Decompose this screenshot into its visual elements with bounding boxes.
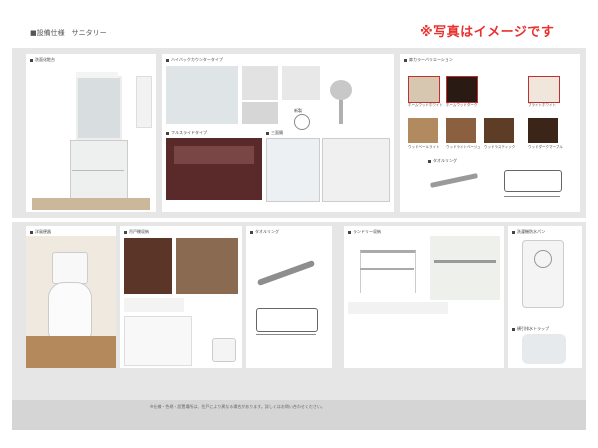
counter-detail-image: [282, 66, 320, 100]
lower-section: 洋風便器 吊戸棚収納 タオルリング ランドリー収納 洗濯機防水パン 横引排水トラ…: [12, 222, 586, 400]
vanity-panel: 洗面化粧台: [26, 54, 156, 212]
color-chip-home-dark: [446, 76, 478, 103]
toilet-storage-image: [124, 238, 172, 294]
laundry-note: [348, 302, 448, 314]
laundry-panel: ランドリー収納: [344, 226, 504, 368]
towel-ring-top-image: [430, 173, 478, 188]
towel-ring-lower-dim: [256, 334, 316, 335]
floor: [32, 198, 150, 210]
laundry-shelf-bar: [434, 260, 496, 263]
color-name-wood-rustic: ウッドラスティック: [484, 145, 516, 149]
faucet-note-label: 新製: [294, 108, 302, 113]
washer-pan-panel: 洗濯機防水パン 横引排水トラップ: [508, 226, 582, 368]
storage-label: フルスライドタイプ: [166, 130, 207, 136]
color-chip-home-white: [408, 76, 440, 103]
counter-panel: ハイバックカウンタータイプ 新製 フルスライドタイプ 三面鏡: [162, 54, 394, 212]
towel-ring-top-diagram: [504, 170, 562, 192]
toilet-control-image: [212, 338, 236, 362]
vanity-cabinet-image: [70, 140, 128, 202]
page-title: ■設備仕様 サニタリー: [30, 29, 107, 37]
laundry-label: ランドリー収納: [348, 229, 381, 235]
toilet-storage-open-image: [176, 238, 238, 294]
color-name-home-dark: ホームウッドダーク: [446, 103, 478, 107]
toilet-storage-spec-sheet: [124, 316, 192, 366]
color-chip-bright-white: [528, 76, 560, 103]
mirror-cabinet-label: 三面鏡: [266, 130, 283, 136]
toilet-panel: 洋風便器: [26, 226, 116, 368]
towel-ring-lower-panel: タオルリング: [246, 226, 332, 368]
vanity-label: 洗面化粧台: [30, 57, 55, 63]
upper-section: 洗面化粧台 ハイバックカウンタータイプ 新製 フルスライドタイプ 三面鏡 扉カラ…: [12, 48, 586, 218]
laundry-shelf-diagram: [360, 250, 416, 293]
vanity-light: [76, 72, 118, 78]
color-variation-label: 扉カラーバリエーション: [404, 57, 453, 63]
washer-pan-label: 洗濯機防水パン: [512, 229, 545, 235]
storage-drawer-interior: [174, 146, 254, 164]
drain-label: 横引排水トラップ: [512, 326, 549, 332]
footer-note: ※仕様・色柄・設置場所は、住戸により異なる場合があります。詳しくはお問い合わせく…: [150, 404, 325, 409]
toilet-floor: [26, 336, 116, 368]
color-chip-wood-dark: [528, 118, 558, 143]
towel-ring-lower-diagram: [256, 308, 318, 332]
toilet-storage-note: [124, 298, 184, 312]
color-chip-wood-light: [408, 118, 438, 143]
toilet-storage-label: 吊戸棚収納: [124, 229, 149, 235]
vanity-mirror-image: [76, 76, 122, 140]
laundry-shelf-image: [430, 236, 500, 300]
vanity-drawer-line: [72, 170, 124, 171]
color-chip-wood-beige: [446, 118, 476, 143]
mirror-cabinet-image: [266, 138, 320, 202]
towel-ring-top-dim: [504, 196, 560, 197]
image-notice: ※写真はイメージです: [420, 25, 555, 40]
counter-sink-image: [166, 66, 238, 124]
color-name-bright-white: ブライトホワイト: [528, 103, 556, 107]
color-name-home-white: ホームウッドホワイト: [408, 103, 443, 107]
color-name-wood-light: ウッドベールライト: [408, 145, 440, 149]
drain-trap-image: [522, 334, 566, 364]
towel-ring-top-label: タオルリング: [428, 158, 457, 164]
laundry-shelf-lower: [360, 268, 414, 270]
mirror-cabinet-open-image: [322, 138, 390, 202]
toilet-bowl-image: [48, 282, 92, 340]
wall-window: [136, 76, 152, 128]
drain-part-image: [330, 80, 352, 100]
color-name-wood-dark: ウッドダークマーブル: [528, 145, 563, 149]
toilet-tank-image: [52, 252, 88, 284]
counter-faucet-image: [242, 66, 278, 100]
drain-part-stem: [339, 100, 343, 124]
toilet-storage-panel: 吊戸棚収納: [120, 226, 242, 368]
towel-ring-lower-label: タオルリング: [250, 229, 279, 235]
color-name-wood-beige: ウッドライトベージュ: [446, 145, 481, 149]
washer-pan-drain: [534, 250, 552, 268]
counter-label: ハイバックカウンタータイプ: [166, 57, 223, 63]
counter-spout-image: [242, 102, 278, 124]
faucet-callout: [294, 114, 310, 130]
towel-ring-lower-image: [256, 259, 316, 287]
color-panel: 扉カラーバリエーション ホームウッドホワイト ホームウッドダーク ブライトホワイ…: [400, 54, 580, 212]
toilet-label: 洋風便器: [30, 229, 51, 235]
color-chip-wood-rustic: [484, 118, 514, 143]
